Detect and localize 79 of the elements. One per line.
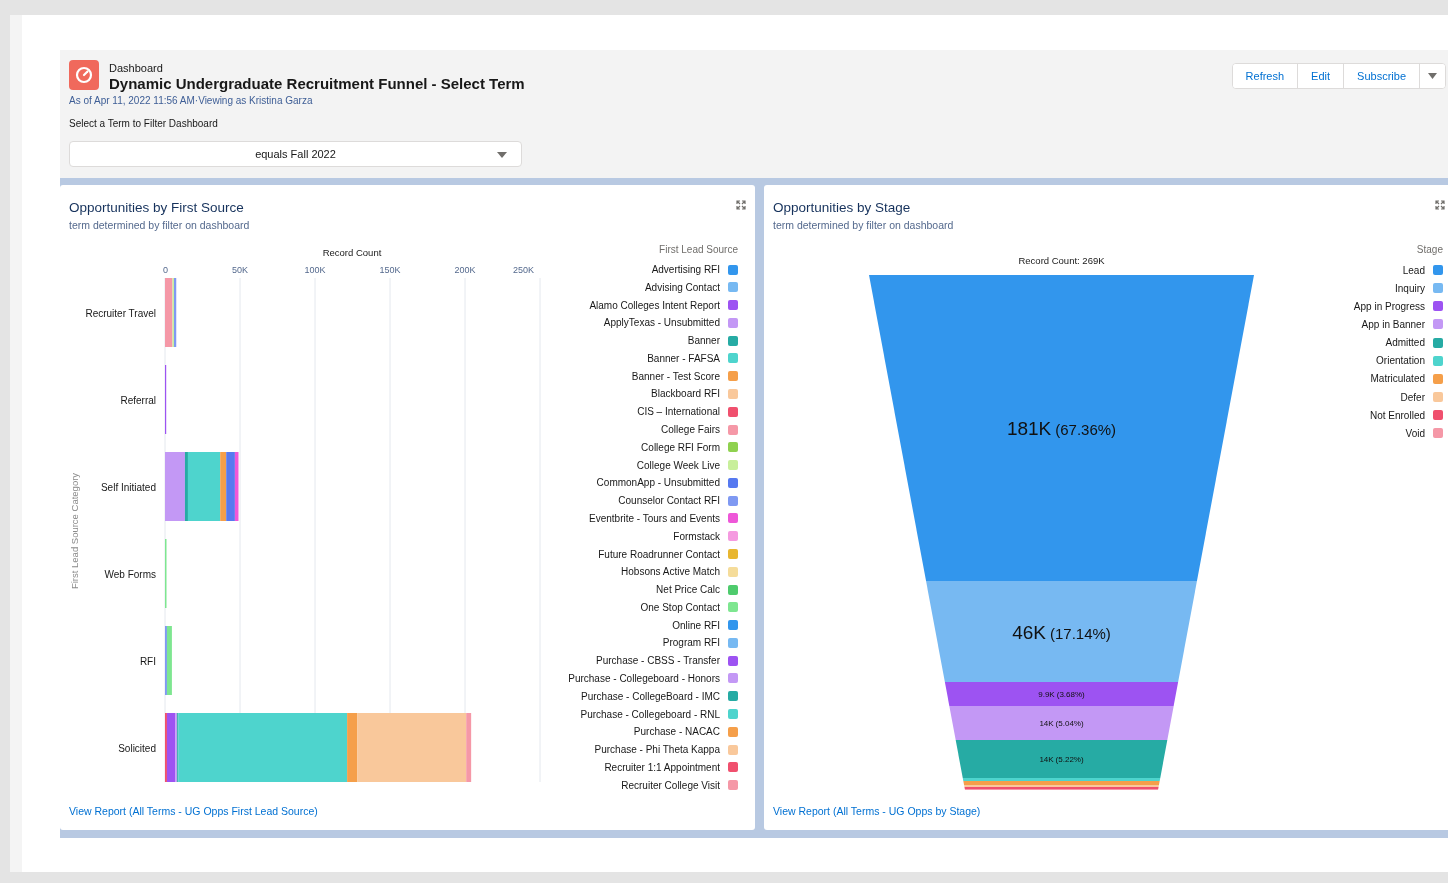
dashboard-icon <box>69 60 99 90</box>
legend-label: College Fairs <box>661 424 720 436</box>
dashboard-title: Dynamic Undergraduate Recruitment Funnel - Select Term <box>109 75 526 93</box>
category-label: Referral <box>120 394 156 406</box>
legend-label: Purchase - Collegeboard - RNL <box>580 708 720 720</box>
category-label: Web Forms <box>104 568 156 580</box>
legend-label: Counselor Contact RFI <box>618 495 720 507</box>
legend-label: App in Banner <box>1361 319 1425 330</box>
card-subtitle: term determined by filter on dashboard <box>773 218 954 233</box>
legend-label: One Stop Contact <box>640 601 720 613</box>
legend-title: First Lead Source <box>659 243 738 257</box>
filter-dropdown[interactable]: equals Fall 2022 <box>69 141 522 167</box>
axis-tick-label: 250K <box>512 265 534 275</box>
category-label: RFI <box>139 655 156 667</box>
funnel-value-label: 14K (5.22%) <box>1039 755 1084 764</box>
legend-label: Eventbrite - Tours and Events <box>589 512 720 524</box>
legend-label: CommonApp - Unsubmitted <box>596 477 720 489</box>
funnel-value-label: 9.9K (3.68%) <box>1038 690 1085 699</box>
legend-label: Purchase - NACAC <box>633 726 720 738</box>
legend-label: Purchase - Collegeboard - Honors <box>568 673 720 684</box>
funnel-value-label: 14K (5.04%) <box>1039 719 1084 728</box>
legend-label: Banner - FAFSA <box>647 352 720 364</box>
filter-label: Select a Term to Filter Dashboard <box>69 117 219 131</box>
legend-label: Banner - Test Score <box>631 370 720 382</box>
axis-title: Record Count <box>322 247 382 258</box>
legend-label: Purchase - Phi Theta Kappa <box>594 744 720 756</box>
legend-label: Alamo Colleges Intent Report <box>589 299 720 311</box>
category-label: Solicited <box>118 742 156 754</box>
timestamp-text: As of Apr 11, 2022 11:56 AM·Viewing as Kristina Garza <box>69 94 314 108</box>
legend-label: Admitted <box>1385 337 1425 349</box>
card-title: Opportunities by First Source <box>69 199 245 217</box>
record-count-label: Record Count: 269K <box>1018 255 1105 266</box>
legend-label: Defer <box>1400 391 1425 403</box>
view-report-link[interactable]: View Report (All Terms - UG Opps by Stage) <box>773 804 981 818</box>
legend-label: Advertising RFI <box>651 264 720 275</box>
legend-label: Future Roadrunner Contact <box>598 548 720 560</box>
legend-label: Recruiter 1:1 Appointment <box>604 761 720 773</box>
expand-icon[interactable] <box>1435 200 1445 210</box>
legend-label: App in Progress <box>1353 300 1425 312</box>
category-label: Self Initiated <box>100 481 156 493</box>
caret-icon <box>1428 73 1437 79</box>
legend-label: Purchase - CollegeBoard - IMC <box>581 690 720 702</box>
card-subtitle: term determined by filter on dashboard <box>69 218 250 233</box>
axis-tick-label: 150K <box>379 265 401 275</box>
legend-label: College RFI Form <box>641 441 720 453</box>
legend-label: Online RFI <box>672 619 720 631</box>
more-actions-button[interactable] <box>1419 64 1445 88</box>
axis-title: First Lead Source Category <box>69 472 80 590</box>
legend-label: Hobsons Active Match <box>621 566 720 578</box>
legend-label: Recruiter College Visit <box>621 779 720 791</box>
legend-label: College Week Live <box>636 459 720 471</box>
legend-label: Not Enrolled <box>1369 409 1425 421</box>
legend-label: CIS – International <box>637 406 720 418</box>
axis-tick-label: 100K <box>304 265 326 275</box>
legend-label: Advising Contact <box>644 281 720 293</box>
legend-label: Purchase - CBSS - Transfer <box>596 655 720 667</box>
view-report-link[interactable]: View Report (All Terms - UG Opps First Lead Source) <box>69 804 318 818</box>
legend-title: Stage <box>1416 243 1443 257</box>
legend-label: ApplyTexas - Unsubmitted <box>603 317 720 329</box>
funnel-value-label: 46K (17.14%) <box>1012 621 1111 643</box>
legend-label: Blackboard RFI <box>651 388 720 400</box>
legend-label: Program RFI <box>662 637 720 649</box>
axis-tick-label: 50K <box>232 265 248 275</box>
legend-label: Void <box>1405 427 1425 439</box>
axis-tick-label: 200K <box>454 265 476 275</box>
legend-label: Inquiry <box>1395 282 1425 294</box>
dropdown-arrow-icon <box>497 152 507 158</box>
category-label: Recruiter Travel <box>85 307 156 319</box>
breadcrumb-label: Dashboard <box>109 62 164 75</box>
legend-label: Orientation <box>1376 355 1425 367</box>
legend-label: Net Price Calc <box>656 584 720 596</box>
expand-icon[interactable] <box>736 200 746 210</box>
legend-label: Lead <box>1402 264 1425 276</box>
legend-label: Matriculated <box>1370 373 1425 385</box>
legend-label: Formstack <box>673 530 720 542</box>
axis-tick-label: 0 <box>163 265 168 275</box>
funnel-value-label: 181K (67.36%) <box>1006 418 1117 439</box>
legend-label: Banner <box>687 335 720 347</box>
card-title: Opportunities by Stage <box>773 199 912 217</box>
